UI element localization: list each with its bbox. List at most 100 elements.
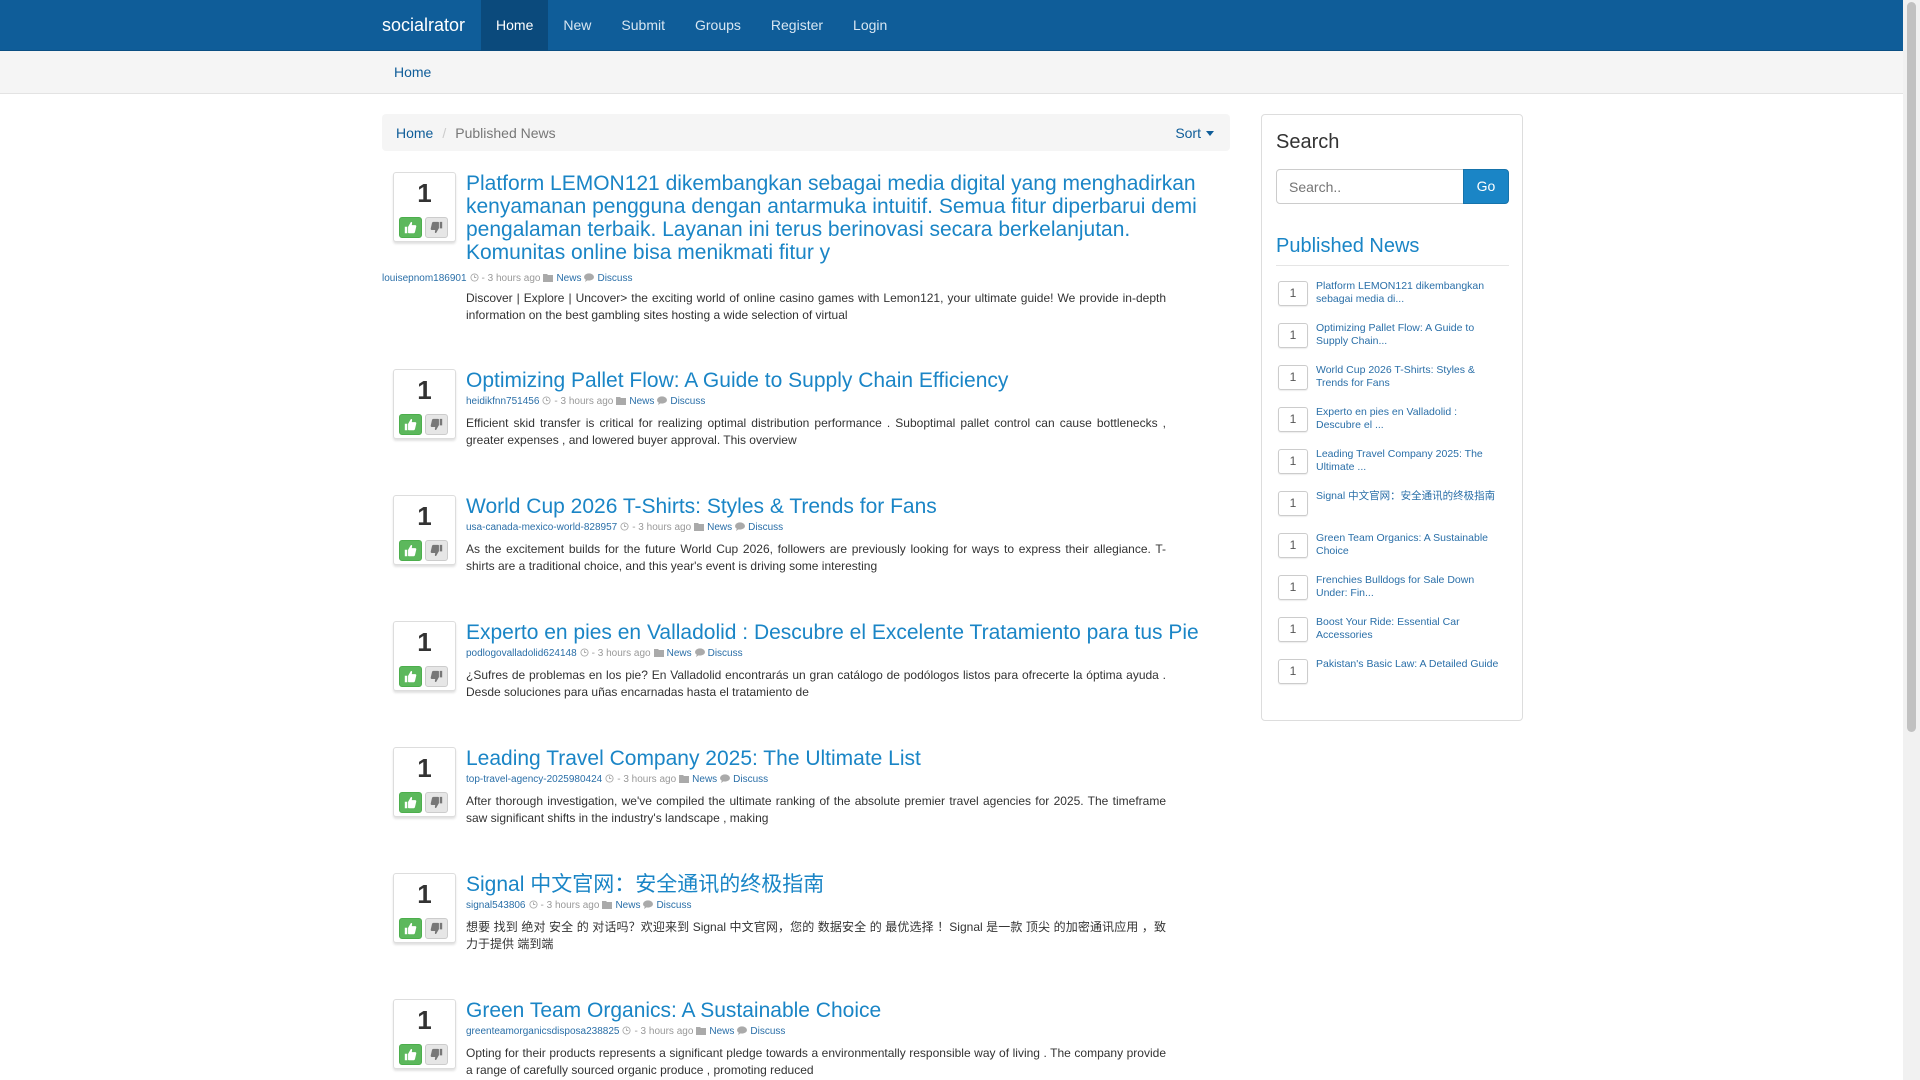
search-input[interactable] xyxy=(1276,169,1464,204)
sidebar-news-link[interactable]: Pakistan's Basic Law: A Detailed Guide xyxy=(1316,658,1504,671)
post-title-link[interactable]: World Cup 2026 T-Shirts: Styles & Trends… xyxy=(466,495,1216,518)
folder-icon xyxy=(613,396,629,407)
sidebar-vote-count: 1 xyxy=(1278,449,1308,474)
vote-count: 1 xyxy=(417,753,432,783)
sidebar-news-link[interactable]: World Cup 2026 T-Shirts: Styles & Trends… xyxy=(1316,364,1504,390)
upvote-button[interactable] xyxy=(399,540,422,561)
post-discuss-link[interactable]: Discuss xyxy=(733,774,768,785)
post-author-link[interactable]: greenteamorganicsdisposa238825 xyxy=(466,1026,619,1037)
post-meta: signal543806 - 3 hours ago News Discuss xyxy=(466,900,691,911)
search-go-button[interactable]: Go xyxy=(1463,169,1509,204)
sidebar-news-link[interactable]: Frenchies Bulldogs for Sale Down Under: … xyxy=(1316,574,1504,600)
vote-box: 1 xyxy=(393,172,456,242)
downvote-button[interactable] xyxy=(425,540,448,561)
post-title-link[interactable]: Green Team Organics: A Sustainable Choic… xyxy=(466,999,1216,1022)
post-meta: heidikfnn751456 - 3 hours ago News Discuss xyxy=(466,396,705,407)
sidebar-news-link[interactable]: Signal 中文官网：安全通讯的终极指南 xyxy=(1316,490,1504,503)
post-excerpt: ¿Sufres de problemas en los pie? En Vall… xyxy=(466,668,1166,699)
folder-icon xyxy=(651,648,667,659)
sidebar-news-link[interactable]: Platform LEMON121 dikembangkan sebagai m… xyxy=(1316,280,1504,306)
downvote-button[interactable] xyxy=(425,1044,448,1065)
post-category-link[interactable]: News xyxy=(692,774,717,785)
post-author-link[interactable]: louisepnom186901 xyxy=(382,273,467,284)
post-title-link[interactable]: Optimizing Pallet Flow: A Guide to Suppl… xyxy=(466,369,1216,392)
vote-count: 1 xyxy=(417,879,432,909)
post-category-link[interactable]: News xyxy=(615,900,640,911)
nav-new[interactable]: New xyxy=(548,0,606,51)
scrollbar-thumb[interactable] xyxy=(1907,2,1916,732)
sidebar-news-link[interactable]: Green Team Organics: A Sustainable Choic… xyxy=(1316,532,1504,558)
post-author-link[interactable]: usa-canada-mexico-world-828957 xyxy=(466,522,617,533)
upvote-button[interactable] xyxy=(399,918,422,939)
sidebar-news-item: 1 Pakistan's Basic Law: A Detailed Guide xyxy=(1276,655,1509,695)
clock-icon xyxy=(539,396,554,407)
post-meta: usa-canada-mexico-world-828957 - 3 hours … xyxy=(466,522,783,533)
caret-down-icon xyxy=(1206,131,1214,137)
post-author-link[interactable]: top-travel-agency-2025980424 xyxy=(466,774,602,785)
post-discuss-link[interactable]: Discuss xyxy=(656,900,691,911)
post-category-link[interactable]: News xyxy=(707,522,732,533)
post-category-link[interactable]: News xyxy=(709,1026,734,1037)
nav-groups[interactable]: Groups xyxy=(680,0,756,51)
post-author-link[interactable]: podlogovalladolid624148 xyxy=(466,648,577,659)
comment-icon xyxy=(732,522,748,533)
breadcrumb: Home / Published News Sort xyxy=(382,114,1230,151)
comment-icon xyxy=(640,900,656,911)
post-author-link[interactable]: signal543806 xyxy=(466,900,526,911)
comment-icon xyxy=(581,273,597,284)
post-category-link[interactable]: News xyxy=(556,273,581,284)
post-discuss-link[interactable]: Discuss xyxy=(670,396,705,407)
comment-icon xyxy=(734,1026,750,1037)
downvote-button[interactable] xyxy=(425,666,448,687)
breadcrumb-home-link[interactable]: Home xyxy=(396,125,433,141)
upvote-button[interactable] xyxy=(399,414,422,435)
page-scrollbar[interactable] xyxy=(1903,0,1920,1080)
brand-logo-link[interactable]: socialrator xyxy=(370,0,481,51)
sidebar-news-link[interactable]: Experto en pies en Valladolid : Descubre… xyxy=(1316,406,1504,432)
sidebar-news-item: 1 Frenchies Bulldogs for Sale Down Under:… xyxy=(1276,571,1509,611)
sidebar-news-item: 1 Boost Your Ride: Essential Car Accessor… xyxy=(1276,613,1509,653)
sidebar-vote-count: 1 xyxy=(1278,365,1308,390)
post-title-link[interactable]: Signal 中文官网：安全通讯的终极指南 xyxy=(466,873,1216,896)
downvote-button[interactable] xyxy=(425,918,448,939)
breadcrumb-separator: / xyxy=(442,124,447,141)
nav-register[interactable]: Register xyxy=(756,0,838,51)
upvote-button[interactable] xyxy=(399,217,422,238)
vote-box: 1 xyxy=(393,621,456,691)
nav-home[interactable]: Home xyxy=(481,0,549,51)
post-category-link[interactable]: News xyxy=(629,396,654,407)
sidebar-vote-count: 1 xyxy=(1278,617,1308,642)
subbar-home-link[interactable]: Home xyxy=(394,64,431,80)
downvote-button[interactable] xyxy=(425,792,448,813)
folder-icon xyxy=(599,900,615,911)
sidebar-news-link[interactable]: Boost Your Ride: Essential Car Accessori… xyxy=(1316,616,1504,642)
upvote-button[interactable] xyxy=(399,792,422,813)
vote-count: 1 xyxy=(417,501,432,531)
post-excerpt: Discover | Explore | Uncover> the exciti… xyxy=(466,291,1166,322)
post-title-link[interactable]: Platform LEMON121 dikembangkan sebagai m… xyxy=(466,172,1216,264)
nav-login[interactable]: Login xyxy=(838,0,902,51)
clock-icon xyxy=(602,774,617,785)
sidebar-news-item: 1 Signal 中文官网：安全通讯的终极指南 xyxy=(1276,487,1509,527)
upvote-button[interactable] xyxy=(399,1044,422,1065)
downvote-button[interactable] xyxy=(425,217,448,238)
nav-submit[interactable]: Submit xyxy=(606,0,680,51)
folder-icon xyxy=(676,774,692,785)
post-title-link[interactable]: Experto en pies en Valladolid : Descubre… xyxy=(466,621,1216,644)
upvote-button[interactable] xyxy=(399,666,422,687)
post-title-link[interactable]: Leading Travel Company 2025: The Ultimat… xyxy=(466,747,1216,770)
post-meta: podlogovalladolid624148 - 3 hours ago News… xyxy=(466,648,743,659)
folder-icon xyxy=(691,522,707,533)
sidebar-news-link[interactable]: Optimizing Pallet Flow: A Guide to Suppl… xyxy=(1316,322,1504,348)
post-discuss-link[interactable]: Discuss xyxy=(748,522,783,533)
sidebar-news-link[interactable]: Leading Travel Company 2025: The Ultimat… xyxy=(1316,448,1504,474)
post-meta: louisepnom186901 - 3 hours ago News Discuss xyxy=(382,273,632,284)
post-discuss-link[interactable]: Discuss xyxy=(750,1026,785,1037)
downvote-button[interactable] xyxy=(425,414,448,435)
post-category-link[interactable]: News xyxy=(667,648,692,659)
post-author-link[interactable]: heidikfnn751456 xyxy=(466,396,539,407)
post-discuss-link[interactable]: Discuss xyxy=(597,273,632,284)
sort-dropdown[interactable]: Sort xyxy=(1175,125,1214,141)
post-excerpt: 想要 找到 绝对 安全 的 对话吗？欢迎来到 Signal 中文官网，您的 数据… xyxy=(466,920,1166,951)
post-discuss-link[interactable]: Discuss xyxy=(708,648,743,659)
